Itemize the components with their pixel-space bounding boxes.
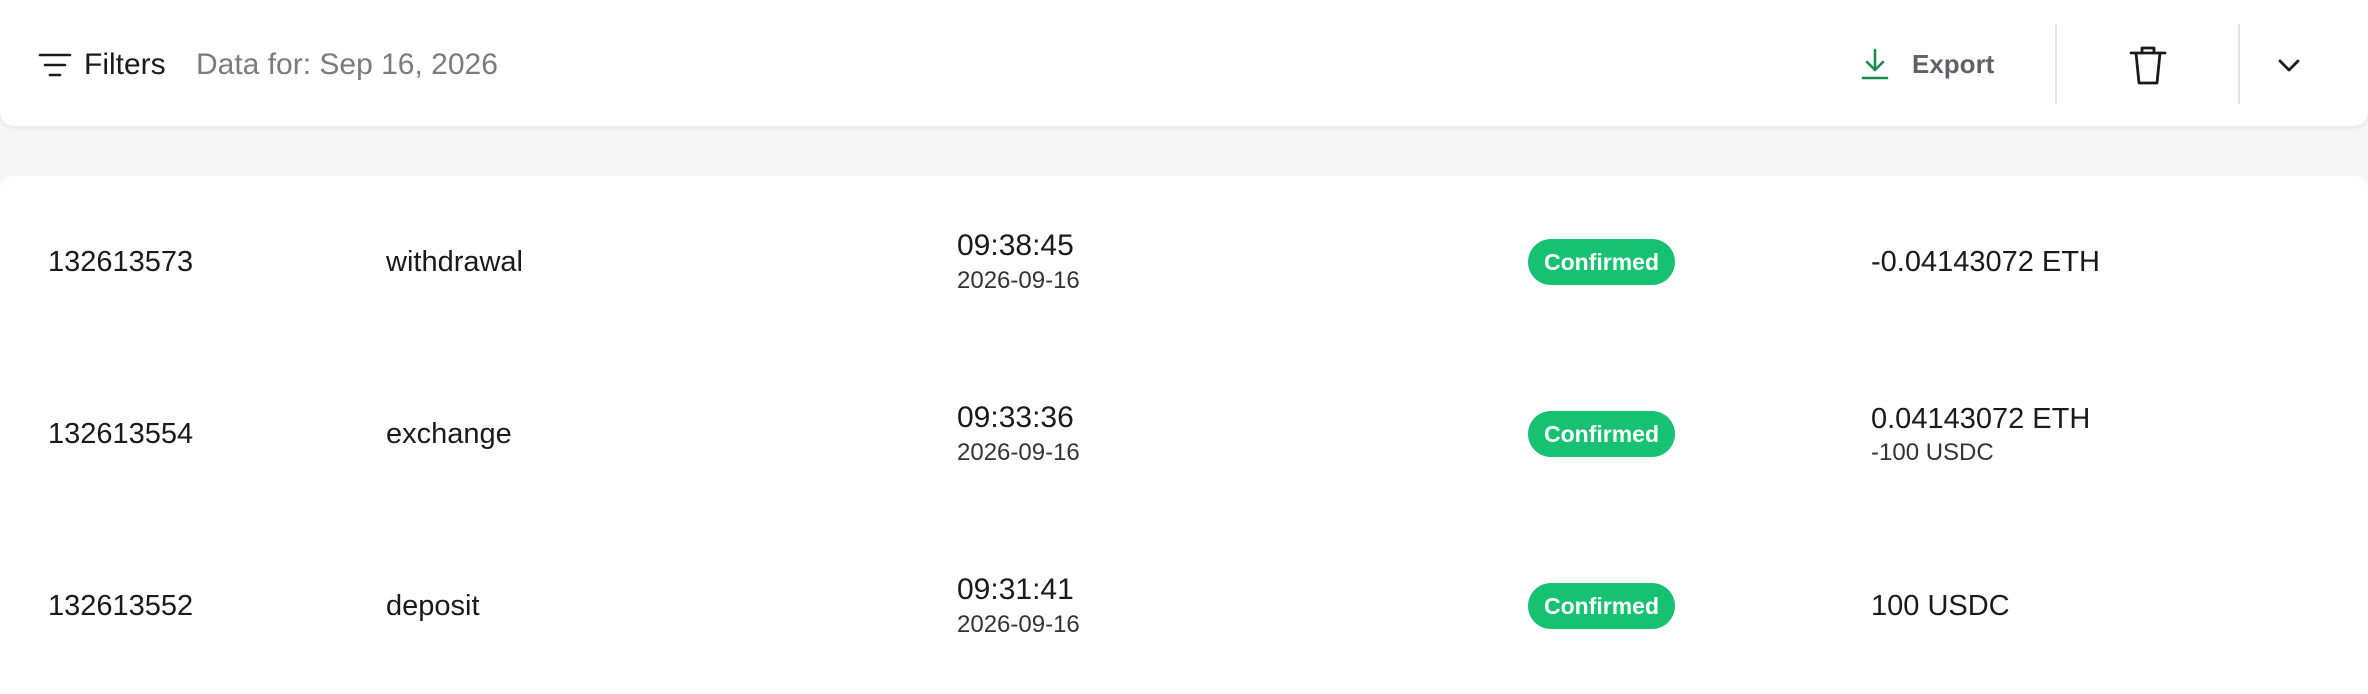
transaction-type: exchange bbox=[386, 417, 512, 450]
transaction-id: 132613552 bbox=[48, 589, 194, 622]
delete-button[interactable] bbox=[2128, 44, 2168, 86]
data-date-label: Data for: Sep 16, 2026 bbox=[196, 48, 498, 81]
status-badge: Confirmed bbox=[1528, 411, 1675, 457]
transaction-date: 2026-09-16 bbox=[957, 611, 1080, 638]
transaction-time: 09:31:41 bbox=[957, 573, 1074, 606]
export-label: Export bbox=[1912, 48, 1995, 79]
transaction-status: Confirmed bbox=[1528, 520, 1675, 692]
amount-primary: -0.04143072 ETH bbox=[1871, 246, 2100, 278]
amount-primary: 100 USDC bbox=[1871, 590, 2010, 622]
table-row[interactable]: 132613554 exchange 09:33:36 2026-09-16 C… bbox=[0, 348, 2368, 520]
table-row[interactable]: 132613573 withdrawal 09:38:45 2026-09-16… bbox=[0, 176, 2368, 348]
transaction-date: 2026-09-16 bbox=[957, 439, 1080, 466]
chevron-down-icon bbox=[2274, 59, 2304, 84]
amount-secondary: -100 USDC bbox=[1871, 439, 1994, 466]
filters-label: Filters bbox=[84, 48, 166, 81]
filter-lines-icon bbox=[38, 48, 72, 82]
transaction-time: 09:38:45 bbox=[957, 229, 1074, 262]
transaction-type: deposit bbox=[386, 589, 480, 622]
filters-button[interactable]: Filters bbox=[38, 40, 166, 90]
transaction-status: Confirmed bbox=[1528, 348, 1675, 520]
table-row[interactable]: 132613552 deposit 09:31:41 2026-09-16 Co… bbox=[0, 520, 2368, 692]
toolbar-divider bbox=[2238, 24, 2240, 104]
transaction-amount: 100 USDC bbox=[1871, 520, 2010, 692]
transaction-id: 132613554 bbox=[48, 417, 194, 450]
status-badge: Confirmed bbox=[1528, 583, 1675, 629]
transactions-table: 132613573 withdrawal 09:38:45 2026-09-16… bbox=[0, 176, 2368, 694]
amount-primary: 0.04143072 ETH bbox=[1871, 403, 2091, 435]
transaction-amount: 0.04143072 ETH -100 USDC bbox=[1871, 348, 2090, 520]
export-button[interactable]: Export bbox=[1860, 40, 1994, 88]
transaction-amount: -0.04143072 ETH bbox=[1871, 176, 2100, 348]
toolbar: Filters Data for: Sep 16, 2026 Export bbox=[0, 0, 2368, 126]
transaction-datetime: 09:31:41 2026-09-16 bbox=[957, 520, 1080, 692]
transaction-id: 132613573 bbox=[48, 245, 194, 278]
toolbar-divider bbox=[2055, 24, 2057, 104]
status-badge: Confirmed bbox=[1528, 239, 1675, 285]
trash-icon bbox=[2128, 46, 2168, 90]
transaction-time: 09:33:36 bbox=[957, 401, 1074, 434]
expand-toggle-button[interactable] bbox=[2274, 50, 2304, 80]
transaction-status: Confirmed bbox=[1528, 176, 1675, 348]
transaction-type: withdrawal bbox=[386, 245, 523, 278]
transaction-datetime: 09:38:45 2026-09-16 bbox=[957, 176, 1080, 348]
transaction-datetime: 09:33:36 2026-09-16 bbox=[957, 348, 1080, 520]
transaction-date: 2026-09-16 bbox=[957, 267, 1080, 294]
download-icon bbox=[1860, 47, 1890, 81]
